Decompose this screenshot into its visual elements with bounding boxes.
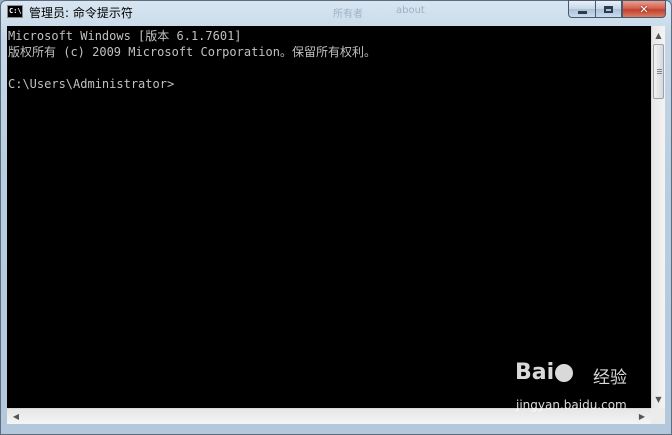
minimize-button[interactable] [568, 0, 595, 18]
console-line-copyright: 版权所有 (c) 2009 Microsoft Corporation。保留所有… [8, 45, 376, 59]
background-window-title: 所有者 [333, 9, 363, 20]
maximize-button[interactable] [595, 0, 622, 18]
scroll-right-arrow-icon[interactable]: ▶ [635, 409, 649, 424]
title-bar[interactable]: C:\ 管理员: 命令提示符 所有者 about ✕ [0, 0, 672, 24]
window-title: 管理员: 命令提示符 [29, 6, 133, 20]
scroll-left-arrow-icon[interactable]: ◀ [9, 409, 23, 424]
vertical-scrollbar[interactable]: ▲ ▼ [651, 26, 665, 408]
vertical-scroll-thumb[interactable] [653, 44, 664, 99]
scroll-down-arrow-icon[interactable]: ▼ [652, 392, 665, 406]
resize-grip[interactable] [651, 408, 665, 424]
console-output[interactable]: Microsoft Windows [版本 6.1.7601] 版权所有 (c)… [7, 26, 651, 424]
grip-line [657, 69, 662, 70]
horizontal-scrollbar[interactable]: ◀ ▶ [7, 408, 665, 424]
scroll-up-arrow-icon[interactable]: ▲ [652, 28, 665, 42]
caption-buttons: ✕ [568, 0, 666, 18]
background-window-title: about [396, 5, 425, 16]
close-icon: ✕ [639, 2, 649, 16]
grip-line [657, 71, 662, 72]
maximize-icon [604, 5, 613, 13]
cmd-icon-text: C:\ [9, 7, 22, 15]
close-button[interactable]: ✕ [622, 0, 666, 18]
grip-line [657, 73, 662, 74]
console-line-version: Microsoft Windows [版本 6.1.7601] [8, 29, 242, 43]
minimize-icon [577, 10, 587, 14]
cmd-icon[interactable]: C:\ [7, 5, 23, 18]
console-prompt[interactable]: C:\Users\Administrator> [8, 76, 174, 92]
